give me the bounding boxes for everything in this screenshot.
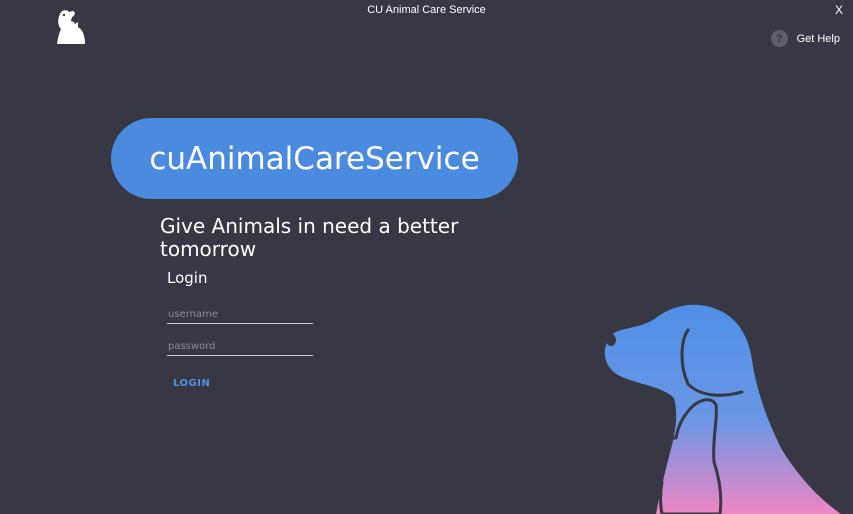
password-field[interactable] [167, 337, 313, 356]
close-button[interactable]: X [835, 3, 843, 17]
tagline: Give Animals in need a better tomorrow [160, 214, 459, 261]
window-title: CU Animal Care Service [367, 4, 486, 16]
login-button[interactable]: LOGIN [166, 375, 217, 392]
login-heading: Login [167, 269, 208, 287]
get-help-button[interactable]: ? Get Help [770, 30, 840, 47]
question-icon: ? [770, 30, 788, 47]
get-help-label: Get Help [796, 32, 840, 45]
dog-and-cat-illustration [604, 304, 841, 514]
brand-banner: cuAnimalCareService [111, 118, 518, 199]
username-field[interactable] [167, 305, 313, 324]
